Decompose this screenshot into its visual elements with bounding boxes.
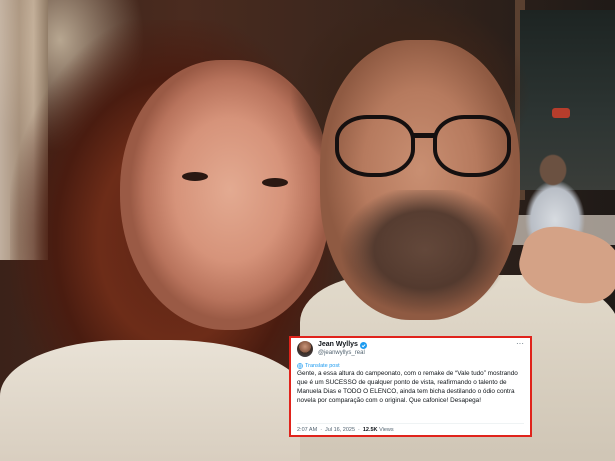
woman-left-eye	[182, 172, 208, 181]
tweet-header: Jean Wyllys @jeanwyllys_real ···	[297, 340, 524, 361]
woman-right-eye	[262, 178, 288, 187]
author-names: Jean Wyllys @jeanwyllys_real	[318, 341, 367, 357]
translate-post-label[interactable]: Translate post	[305, 363, 340, 369]
globe-icon	[297, 362, 303, 369]
tweet-text: Gente, a essa altura do campeonato, com …	[297, 370, 518, 404]
author-handle[interactable]: @jeanwyllys_real	[318, 349, 367, 357]
glasses-right-lens	[433, 115, 511, 177]
meta-separator: ·	[320, 427, 323, 433]
avatar[interactable]	[297, 341, 313, 357]
views-label: Views	[379, 427, 394, 433]
tweet-date[interactable]: Jul 16, 2025	[325, 427, 355, 433]
author-display-name[interactable]: Jean Wyllys	[318, 341, 358, 349]
meta-separator-2: ·	[358, 427, 360, 433]
tweet-card: Jean Wyllys @jeanwyllys_real ··· Transla…	[289, 336, 532, 437]
tweet-meta: 2:07 AM · Jul 16, 2025 · 12.5K Views	[297, 423, 524, 433]
verified-badge-icon	[359, 341, 367, 349]
glasses-bridge	[411, 133, 435, 138]
woman-shirt	[0, 340, 310, 461]
tweet-time[interactable]: 2:07 AM	[297, 427, 317, 433]
ellipsis-icon[interactable]: ···	[516, 340, 524, 348]
views-count: 12.5K	[362, 427, 378, 433]
red-light	[552, 108, 570, 118]
name-row: Jean Wyllys	[318, 341, 367, 349]
glasses-left-lens	[335, 115, 415, 177]
eyeglasses	[335, 105, 520, 177]
man-beard	[340, 190, 510, 320]
translate-post-link[interactable]: Translate post	[297, 362, 524, 369]
